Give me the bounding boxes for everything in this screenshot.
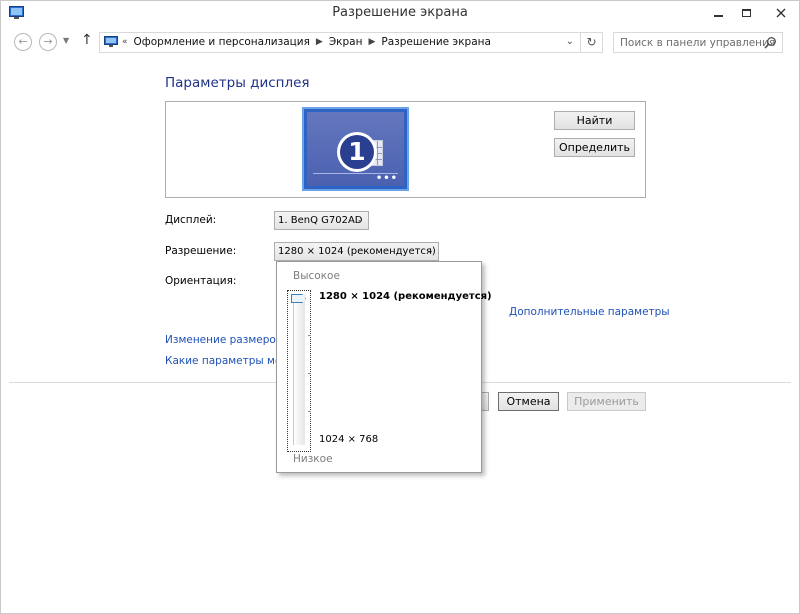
control-panel-icon [104, 36, 118, 47]
slider-tick [308, 335, 311, 336]
chevron-down-icon: ⌄ [426, 246, 434, 256]
arrow-left-icon: ← [18, 35, 28, 48]
slider-tick [308, 411, 311, 412]
display-arrangement-panel: 1 ••• Найти Определить [165, 101, 646, 198]
display-select[interactable]: 1. BenQ G702AD ⌄ [274, 211, 369, 230]
search-icon[interactable] [764, 36, 777, 49]
display-select-value: 1. BenQ G702AD [278, 215, 363, 226]
resolution-slider-popup: Высокое 1280 × 1024 (рекомендуется) 1024… [276, 261, 492, 473]
resolution-select-value: 1280 × 1024 (рекомендуется) [278, 246, 436, 257]
minimize-button[interactable] [705, 1, 731, 25]
slider-tick [308, 373, 311, 374]
screen-resolution-window: Разрешение экрана ← → ▼ ↑ « Оформление и… [0, 0, 800, 614]
close-button[interactable] [763, 1, 799, 25]
chevron-down-icon[interactable]: ⌄ [566, 36, 574, 47]
back-button[interactable]: ← [14, 33, 32, 51]
maximize-button[interactable] [733, 1, 759, 25]
slider-low-label: Низкое [293, 453, 333, 465]
page-title: Параметры дисплея [165, 75, 310, 91]
resolution-select[interactable]: 1280 × 1024 (рекомендуется) ⌄ [274, 242, 439, 261]
text-size-link[interactable]: Изменение размеров текста и других элеме… [165, 334, 277, 346]
resolution-label: Разрешение: [165, 245, 237, 257]
forward-button[interactable]: → [39, 33, 57, 51]
advanced-settings-link[interactable]: Дополнительные параметры [509, 306, 670, 318]
recent-locations-chevron-icon[interactable]: ▼ [63, 36, 69, 45]
find-button[interactable]: Найти [554, 111, 635, 130]
display-label: Дисплей: [165, 214, 217, 226]
search-input[interactable]: Поиск в панели управления [613, 32, 783, 53]
refresh-button[interactable]: ↻ [581, 32, 603, 53]
monitor-1-tile[interactable]: 1 ••• [302, 107, 409, 191]
monitor-params-link[interactable]: Какие параметры монитора следует выбрать… [165, 355, 277, 367]
identify-button[interactable]: Определить [554, 138, 635, 157]
double-chevron-icon[interactable]: « [122, 37, 128, 47]
chevron-down-icon: ⌄ [356, 215, 364, 225]
monitor-number-badge: 1 [337, 132, 377, 172]
breadcrumb-resolution[interactable]: Разрешение экрана [381, 36, 491, 48]
breadcrumb-appearance[interactable]: Оформление и персонализация [134, 36, 310, 48]
monitor-number: 1 [340, 135, 374, 169]
cancel-button[interactable]: Отмена [498, 392, 559, 411]
breadcrumb: « Оформление и персонализация ▶ Экран ▶ … [122, 36, 491, 48]
breadcrumb-separator-icon[interactable]: ▶ [316, 37, 323, 47]
refresh-icon: ↻ [586, 35, 597, 49]
navigation-bar: ← → ▼ ↑ « Оформление и персонализация ▶ … [1, 29, 799, 57]
slider-top-value[interactable]: 1280 × 1024 (рекомендуется) [319, 291, 492, 302]
address-bar[interactable]: « Оформление и персонализация ▶ Экран ▶ … [99, 32, 581, 53]
minimize-icon [713, 15, 723, 17]
resolution-slider[interactable] [287, 290, 311, 452]
dots-icon: ••• [375, 173, 398, 184]
title-bar[interactable]: Разрешение экрана [1, 1, 799, 27]
breadcrumb-display[interactable]: Экран [329, 36, 363, 48]
breadcrumb-separator-icon[interactable]: ▶ [368, 37, 375, 47]
orientation-label: Ориентация: [165, 275, 237, 287]
window-title: Разрешение экрана [332, 5, 468, 20]
close-icon [776, 8, 786, 18]
monitor-screen: 1 ••• [307, 112, 404, 186]
apply-button[interactable]: Применить [567, 392, 646, 411]
up-arrow-icon[interactable]: ↑ [81, 32, 93, 48]
slider-high-label: Высокое [293, 270, 340, 282]
slider-bottom-value[interactable]: 1024 × 768 [319, 434, 378, 445]
search-placeholder: Поиск в панели управления [620, 37, 776, 49]
maximize-icon [741, 9, 751, 17]
slider-track [293, 295, 305, 445]
arrow-right-icon: → [43, 35, 53, 48]
